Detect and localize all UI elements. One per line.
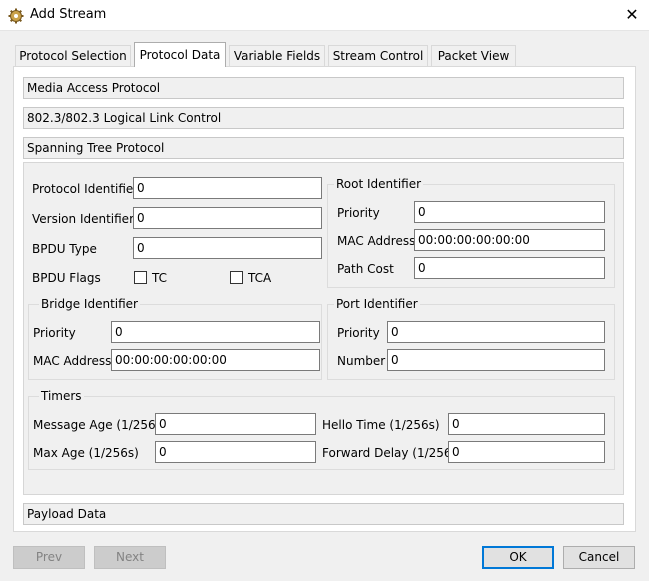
root-mac-label: MAC Address [337,234,416,248]
message-age-input[interactable]: 0 [155,413,316,435]
port-priority-label: Priority [337,326,380,340]
section-payload-data[interactable]: Payload Data [23,503,624,525]
protocol-identifier-input[interactable]: 0 [133,177,322,199]
bridge-priority-input[interactable]: 0 [111,321,320,343]
cancel-button[interactable]: Cancel [563,546,635,569]
section-media-access-protocol[interactable]: Media Access Protocol [23,77,624,99]
window-title: Add Stream [30,7,107,22]
bridge-priority-label: Priority [33,326,76,340]
port-number-label: Number [337,354,386,368]
bpdu-type-input[interactable]: 0 [133,237,322,259]
port-identifier-title: Port Identifier [334,297,420,311]
root-priority-input[interactable]: 0 [414,201,605,223]
bridge-mac-input[interactable]: 00:00:00:00:00:00 [111,349,320,371]
forward-delay-input[interactable]: 0 [448,441,605,463]
protocol-identifier-label: Protocol Identifier [32,182,139,196]
root-identifier-title: Root Identifier [334,177,424,191]
port-number-input[interactable]: 0 [387,349,605,371]
root-path-cost-input[interactable]: 0 [414,257,605,279]
tab-protocol-data[interactable]: Protocol Data [134,42,226,67]
hello-time-label: Hello Time (1/256s) [322,418,440,432]
ok-button[interactable]: OK [482,546,554,569]
tab-variable-fields[interactable]: Variable Fields [229,45,325,66]
bridge-identifier-title: Bridge Identifier [39,297,140,311]
tca-checkbox-label: TCA [248,271,272,285]
gear-icon [8,8,24,24]
prev-button[interactable]: Prev [13,546,85,569]
root-mac-input[interactable]: 00:00:00:00:00:00 [414,229,605,251]
bpdu-type-label: BPDU Type [32,242,97,256]
bridge-mac-label: MAC Address [33,354,112,368]
bpdu-flags-label: BPDU Flags [32,271,101,285]
version-identifier-label: Version Identifier [32,212,134,226]
close-icon: ✕ [625,5,639,24]
tab-stream-control[interactable]: Stream Control [328,45,428,66]
tc-checkbox[interactable] [134,271,147,284]
title-bar: Add Stream ✕ [0,0,649,31]
port-priority-input[interactable]: 0 [387,321,605,343]
timers-title: Timers [39,389,84,403]
max-age-input[interactable]: 0 [155,441,316,463]
forward-delay-label: Forward Delay (1/256s) [322,446,463,460]
tab-packet-view[interactable]: Packet View [431,45,516,66]
hello-time-input[interactable]: 0 [448,413,605,435]
tc-checkbox-label: TC [152,271,168,285]
tab-protocol-selection[interactable]: Protocol Selection [15,45,131,66]
root-priority-label: Priority [337,206,380,220]
root-path-cost-label: Path Cost [337,262,394,276]
version-identifier-input[interactable]: 0 [133,207,322,229]
message-age-label: Message Age (1/256s) [33,418,167,432]
max-age-label: Max Age (1/256s) [33,446,139,460]
section-spanning-tree-protocol[interactable]: Spanning Tree Protocol [23,137,624,159]
close-button[interactable]: ✕ [620,4,644,26]
tca-checkbox[interactable] [230,271,243,284]
next-button[interactable]: Next [94,546,166,569]
section-llc[interactable]: 802.3/802.3 Logical Link Control [23,107,624,129]
